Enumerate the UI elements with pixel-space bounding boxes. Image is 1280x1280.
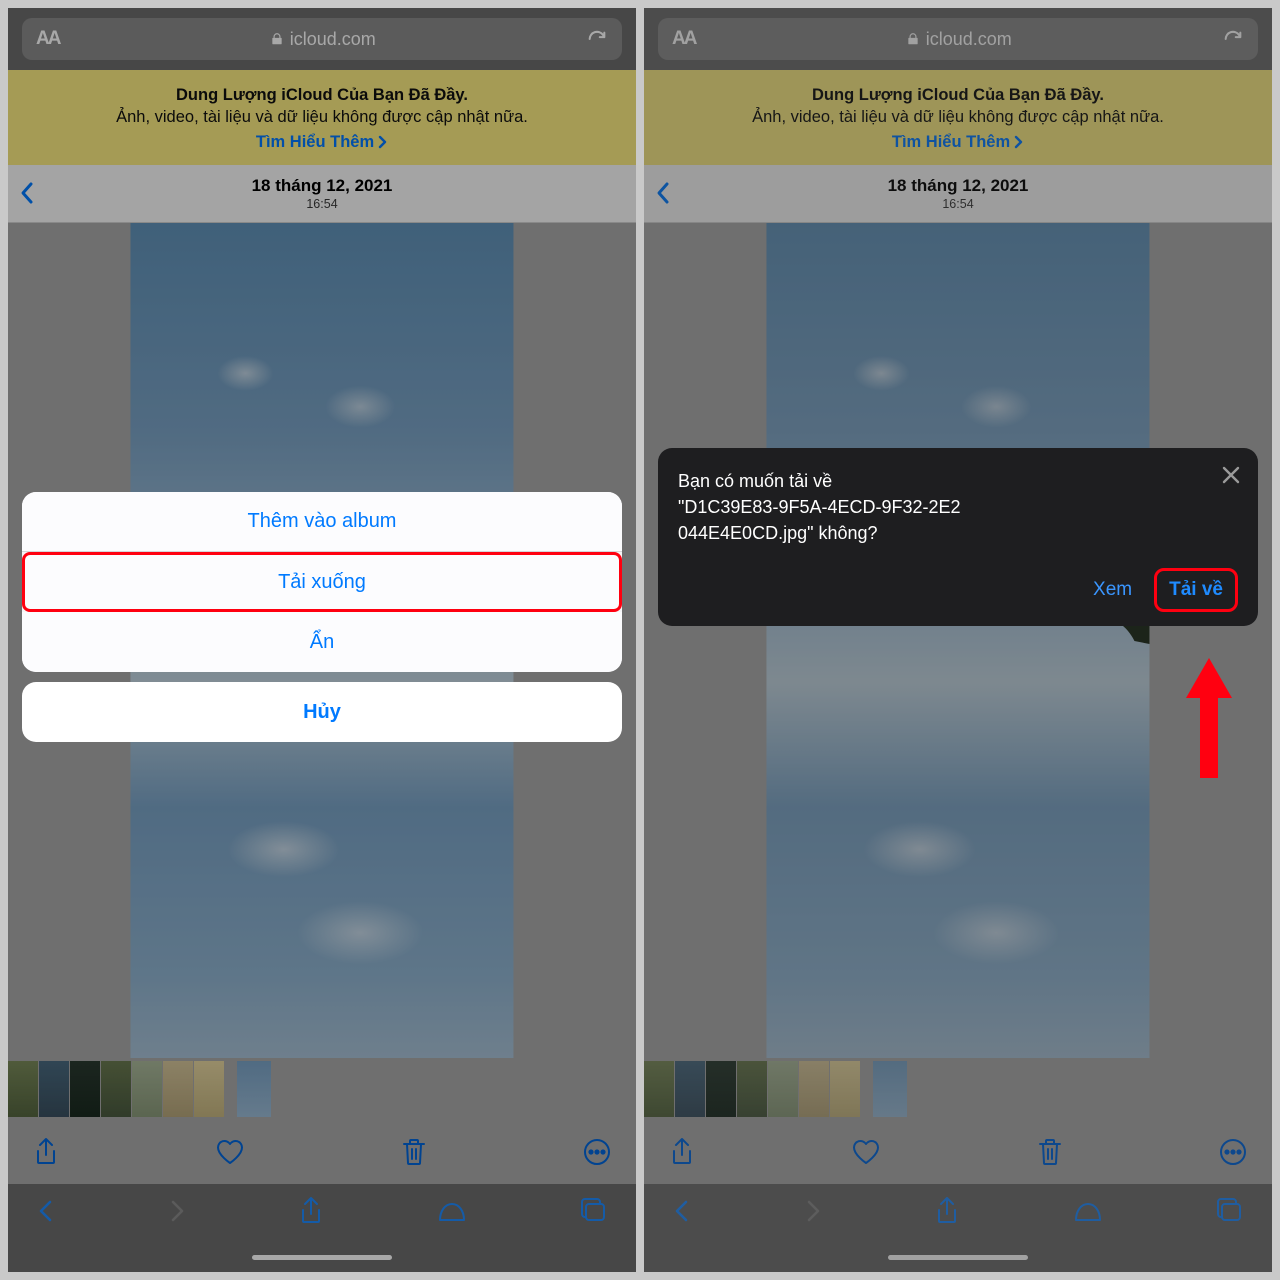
phone-left: AA icloud.com Dung Lượng iCloud Của Bạn … — [8, 8, 636, 1272]
dialog-line3: 044E4E0CD.jpg" không? — [678, 523, 878, 543]
annotation-arrow-icon — [1178, 658, 1240, 778]
download-dialog: Bạn có muốn tải về "D1C39E83-9F5A-4ECD-9… — [658, 448, 1258, 626]
sheet-cancel[interactable]: Hủy — [22, 682, 622, 742]
dialog-line1: Bạn có muốn tải về — [678, 471, 832, 491]
dialog-download-button[interactable]: Tải về — [1154, 568, 1238, 612]
action-sheet: Thêm vào album Tải xuống Ẩn Hủy — [22, 492, 622, 752]
sheet-add-to-album[interactable]: Thêm vào album — [22, 492, 622, 552]
dialog-text: Bạn có muốn tải về "D1C39E83-9F5A-4ECD-9… — [678, 468, 1238, 546]
dim-overlay[interactable] — [644, 8, 1272, 1272]
phone-right: AA icloud.com Dung Lượng iCloud Của Bạn … — [644, 8, 1272, 1272]
sheet-download[interactable]: Tải xuống — [22, 552, 622, 612]
dialog-line2: "D1C39E83-9F5A-4ECD-9F32-2E2 — [678, 497, 961, 517]
sheet-hide[interactable]: Ẩn — [22, 612, 622, 672]
close-icon[interactable] — [1220, 464, 1242, 486]
dialog-view-button[interactable]: Xem — [1093, 579, 1132, 601]
